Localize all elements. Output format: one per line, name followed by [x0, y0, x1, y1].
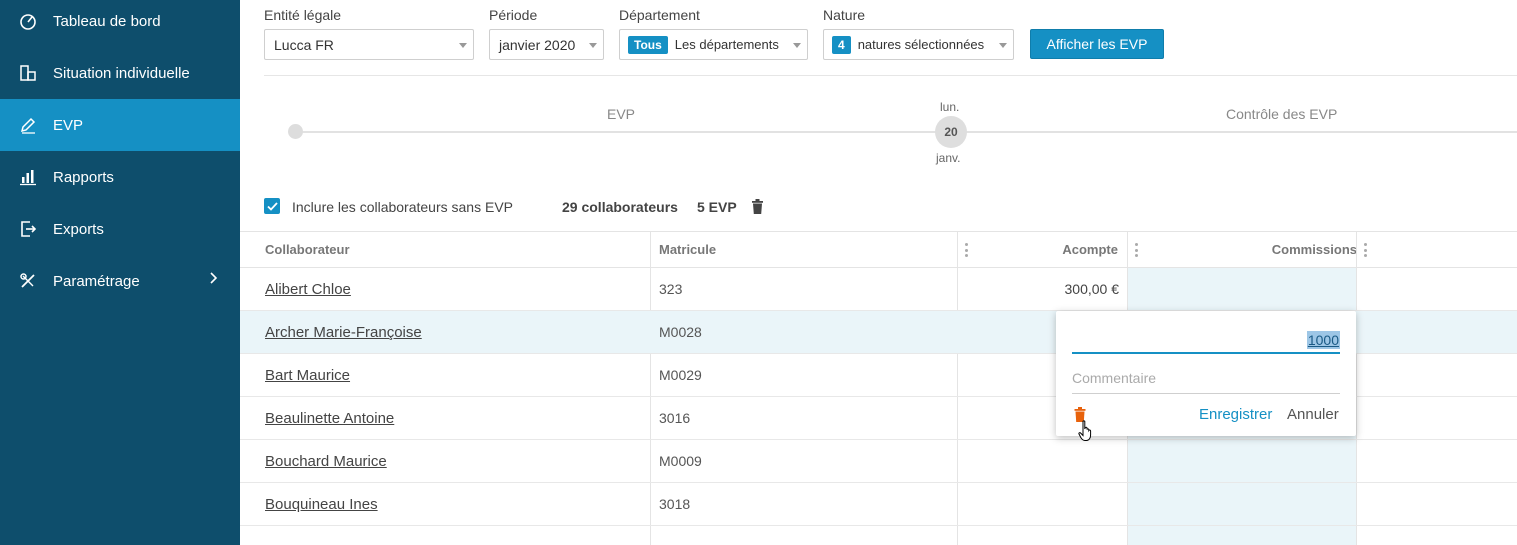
include-without-evp-checkbox[interactable]	[264, 198, 280, 214]
sidebar-item-dashboard[interactable]: Tableau de bord	[0, 0, 240, 47]
department-label: Département	[619, 7, 700, 23]
caret-down-icon	[999, 43, 1007, 48]
timeline-date-marker: 20	[935, 116, 967, 148]
include-without-evp-label: Inclure les collaborateurs sans EVP	[292, 199, 513, 215]
hand-cursor-icon	[1078, 420, 1094, 445]
trash-icon[interactable]	[751, 199, 764, 217]
pencil-icon	[18, 115, 38, 135]
collaborator-link[interactable]: Alibert Chloe	[265, 281, 351, 298]
column-menu-icon[interactable]	[964, 243, 968, 257]
bar-chart-icon	[18, 167, 38, 187]
sidebar-item-label: Situation individuelle	[53, 64, 190, 82]
nature-filter: Nature 4 natures sélectionnées	[823, 7, 1014, 60]
entity-value: Lucca FR	[274, 36, 334, 53]
matricule-cell: 3016	[659, 410, 691, 426]
header-commissions[interactable]: Commissions	[1272, 242, 1357, 257]
table-row[interactable]: Alibert Chloe 323 300,00 €	[240, 268, 1517, 311]
nature-tag: 4	[832, 35, 851, 54]
commission-value: 1000	[1306, 331, 1340, 349]
comment-input[interactable]: Commentaire	[1072, 367, 1340, 394]
sidebar-item-evp[interactable]: EVP	[0, 99, 240, 151]
collaborators-count: 29 collaborateurs	[562, 199, 678, 215]
caret-down-icon	[589, 43, 597, 48]
department-tag: Tous	[628, 35, 668, 54]
matricule-cell: M0029	[659, 367, 702, 383]
matricule-cell: 323	[659, 281, 683, 297]
gauge-icon	[18, 11, 38, 31]
matricule-cell: M0028	[659, 324, 702, 340]
sidebar-item-reports[interactable]: Rapports	[0, 151, 240, 203]
nature-value: natures sélectionnées	[857, 37, 985, 52]
cancel-button[interactable]: Annuler	[1287, 406, 1339, 423]
tools-icon	[18, 271, 38, 291]
divider	[264, 75, 1517, 76]
collaborator-link[interactable]: Beaulinette Antoine	[265, 410, 394, 427]
entity-label: Entité légale	[264, 7, 342, 23]
chevron-right-icon	[208, 271, 218, 288]
collaborator-link[interactable]: Bouchard Maurice	[265, 453, 387, 470]
sidebar-item-exports[interactable]: Exports	[0, 203, 240, 255]
period-filter: Période janvier 2020	[489, 7, 604, 60]
timeline-step-control: Contrôle des EVP	[1226, 106, 1338, 122]
period-label: Période	[489, 7, 538, 23]
entity-filter: Entité légale Lucca FR	[264, 7, 474, 60]
save-button[interactable]: Enregistrer	[1199, 406, 1272, 423]
period-value: janvier 2020	[499, 36, 576, 53]
timeline-start-dot	[288, 124, 303, 139]
sidebar-item-settings[interactable]: Paramétrage	[0, 255, 240, 307]
export-icon	[18, 219, 38, 239]
collaborator-link[interactable]: Bart Maurice	[265, 367, 350, 384]
department-value: Les départements	[674, 37, 779, 52]
stack-icon	[18, 63, 38, 83]
sidebar-item-label: Tableau de bord	[53, 12, 161, 30]
matricule-cell: 3018	[659, 496, 691, 512]
timeline-month: janv.	[936, 151, 961, 165]
table-row[interactable]: Bouquineau Ines 3018	[240, 483, 1517, 526]
matricule-cell: M0009	[659, 453, 702, 469]
evp-count: 5 EVP	[697, 199, 737, 215]
show-evp-button[interactable]: Afficher les EVP	[1030, 29, 1164, 59]
column-menu-icon[interactable]	[1134, 243, 1138, 257]
department-select[interactable]: Tous Les départements	[619, 29, 808, 60]
nature-label: Nature	[823, 7, 866, 23]
table-header: Collaborateur Matricule Acompte Commissi…	[240, 231, 1517, 268]
sidebar-item-label: Exports	[53, 220, 104, 238]
column-menu-icon[interactable]	[1363, 243, 1367, 257]
acompte-cell[interactable]: 300,00 €	[1065, 281, 1120, 297]
sidebar-item-label: EVP	[53, 116, 84, 134]
timeline-day-name: lun.	[940, 100, 960, 114]
department-filter: Département Tous Les départements	[619, 7, 808, 60]
caret-down-icon	[459, 43, 467, 48]
sidebar-item-label: Paramétrage	[53, 272, 140, 290]
sidebar-item-label: Rapports	[53, 168, 114, 186]
header-acompte[interactable]: Acompte	[1062, 242, 1118, 257]
timeline-step-evp: EVP	[607, 106, 636, 122]
nature-select[interactable]: 4 natures sélectionnées	[823, 29, 1014, 60]
period-select[interactable]: janvier 2020	[489, 29, 604, 60]
header-collaborator[interactable]: Collaborateur	[265, 242, 350, 257]
sidebar: Tableau de bord Situation individuelle E…	[0, 0, 240, 545]
timeline-track	[292, 131, 1517, 133]
caret-down-icon	[793, 43, 801, 48]
table-row[interactable]: Bouchard Maurice M0009	[240, 440, 1517, 483]
check-icon	[266, 201, 278, 211]
commission-value-input[interactable]: 1000	[1072, 327, 1340, 354]
entity-select[interactable]: Lucca FR	[264, 29, 474, 60]
collaborator-link[interactable]: Archer Marie-Françoise	[265, 324, 422, 341]
sidebar-item-individual-situation[interactable]: Situation individuelle	[0, 47, 240, 99]
collaborator-link[interactable]: Bouquineau Ines	[265, 496, 378, 513]
header-matricule[interactable]: Matricule	[659, 242, 716, 257]
commission-edit-popover: 1000 Commentaire Enregistrer Annuler	[1056, 311, 1356, 436]
